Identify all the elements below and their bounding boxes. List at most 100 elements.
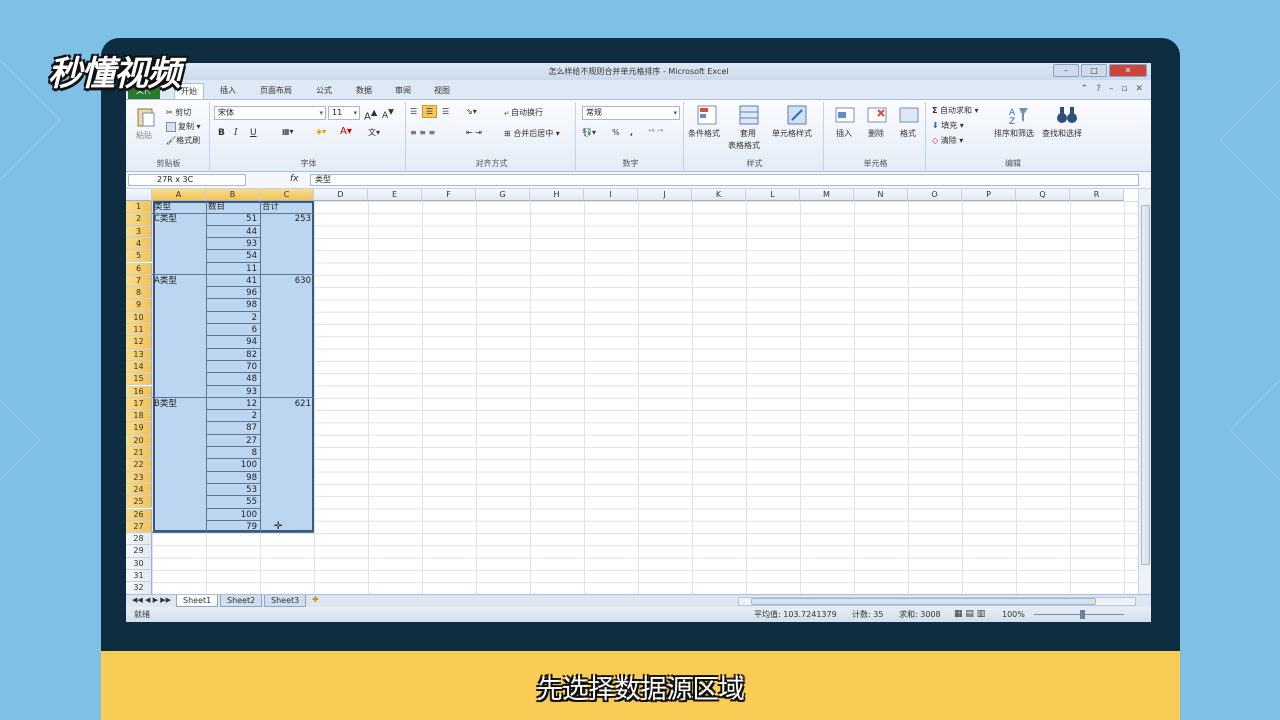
bold-button[interactable]: B (218, 128, 225, 138)
worksheet-grid[interactable]: A B C D E F G H I J K L M N O P Q R 1 2 3 4 5 6 7 8 9 10 11 12 13 14 15 1… (126, 189, 1138, 594)
column-header-d[interactable]: D (314, 189, 368, 201)
border-icon[interactable]: ▦▾ (282, 127, 294, 136)
tab-data[interactable]: 数据 (350, 83, 378, 98)
row-header-7[interactable]: 7 (126, 274, 152, 288)
total-cell[interactable]: 253 (262, 213, 314, 225)
column-header-i[interactable]: I (584, 189, 638, 201)
insert-cells-button[interactable]: 插入 (836, 128, 852, 139)
conditional-format-button[interactable]: 条件格式 (688, 128, 720, 139)
horizontal-scroll-thumb[interactable] (751, 598, 1096, 605)
fill-color-icon[interactable]: ◈▾ (316, 127, 326, 136)
wrap-text-button[interactable]: ⤶ 自动换行 (504, 107, 543, 118)
number-format-select[interactable]: 常规 (582, 106, 680, 120)
italic-button[interactable]: I (234, 128, 238, 138)
row-header-11[interactable]: 11 (126, 324, 152, 337)
row-header-8[interactable]: 8 (126, 287, 152, 300)
row-header-6[interactable]: 6 (126, 262, 152, 275)
align-top-icon[interactable]: ☰ (410, 107, 417, 116)
column-header-p[interactable]: P (962, 189, 1016, 201)
row-header-20[interactable]: 20 (126, 434, 152, 447)
new-sheet-icon[interactable]: ✚ (312, 595, 319, 604)
row-header-13[interactable]: 13 (126, 348, 152, 361)
delete-cells-icon[interactable] (866, 104, 888, 126)
column-header-f[interactable]: F (422, 189, 476, 201)
name-box[interactable]: 27R x 3C (128, 174, 246, 186)
row-header-32[interactable]: 32 (126, 582, 152, 594)
row-header-2[interactable]: 2 (126, 213, 152, 226)
column-header-r[interactable]: R (1070, 189, 1124, 201)
clear-button[interactable]: ◇ 清除 ▾ (932, 135, 963, 146)
delete-cells-button[interactable]: 删除 (868, 128, 884, 139)
row-header-29[interactable]: 29 (126, 545, 152, 558)
doc-restore-icon[interactable]: ▫ (1121, 84, 1127, 94)
align-left-icon[interactable]: ≡ ≡ ≡ (410, 128, 435, 137)
select-all-corner[interactable] (126, 189, 152, 201)
column-header-o[interactable]: O (908, 189, 962, 201)
row-header-12[interactable]: 12 (126, 336, 152, 349)
grow-font-icon[interactable]: A▲ (364, 107, 377, 122)
align-middle-icon[interactable]: ☰ (422, 105, 438, 118)
row-header-31[interactable]: 31 (126, 570, 152, 583)
row-header-21[interactable]: 21 (126, 447, 152, 460)
zoom-slider-thumb[interactable] (1080, 610, 1085, 619)
shrink-font-icon[interactable]: A▼ (382, 107, 394, 121)
conditional-format-icon[interactable] (696, 104, 718, 126)
column-header-n[interactable]: N (854, 189, 908, 201)
column-header-l[interactable]: L (746, 189, 800, 201)
zoom-slider[interactable] (1034, 614, 1124, 615)
sheet-nav-icon[interactable]: ◀◀ ◀ ▶ ▶▶ (132, 596, 171, 604)
cell-styles-icon[interactable] (786, 104, 808, 126)
indent-icon[interactable]: ⇤ ⇥ (466, 128, 482, 137)
align-bottom-icon[interactable]: ☰ (442, 107, 449, 116)
find-select-button[interactable]: 查找和选择 (1042, 128, 1082, 139)
comma-button[interactable]: , (630, 128, 633, 137)
column-header-a[interactable]: A (152, 189, 206, 201)
row-header-16[interactable]: 16 (126, 385, 152, 398)
font-color-icon[interactable]: A▾ (340, 126, 352, 137)
formula-input[interactable]: 类型 (310, 174, 1139, 186)
vertical-scrollbar[interactable] (1138, 189, 1151, 594)
view-mode-icons[interactable]: ▦ ▤ ▥ (954, 607, 985, 622)
row-header-15[interactable]: 15 (126, 373, 152, 386)
currency-icon[interactable]: 💱▾ (582, 128, 596, 137)
column-header-q[interactable]: Q (1016, 189, 1070, 201)
font-size-select[interactable]: 11 (328, 106, 360, 120)
row-header-25[interactable]: 25 (126, 496, 152, 509)
doc-close-icon[interactable]: ✕ (1135, 84, 1143, 94)
format-painter-button[interactable]: 🖌格式刷 (166, 135, 200, 146)
tab-page-layout[interactable]: 页面布局 (254, 83, 298, 98)
column-header-e[interactable]: E (368, 189, 422, 201)
row-header-14[interactable]: 14 (126, 360, 152, 374)
row-header-30[interactable]: 30 (126, 557, 152, 570)
table-format-line2[interactable]: 表格格式 (728, 140, 760, 151)
row-header-17[interactable]: 17 (126, 397, 152, 411)
header-cell[interactable]: 合计 (262, 201, 314, 213)
underline-button[interactable]: U (250, 128, 257, 138)
sort-filter-button[interactable]: 排序和筛选 (994, 128, 1034, 139)
row-header-18[interactable]: 18 (126, 410, 152, 423)
row-header-27[interactable]: 27 (126, 520, 152, 534)
column-header-m[interactable]: M (800, 189, 854, 201)
row-header-19[interactable]: 19 (126, 422, 152, 435)
ribbon-collapse-icon[interactable]: ⌃ (1081, 84, 1089, 94)
header-cell[interactable]: 数目 (208, 201, 260, 213)
format-cells-icon[interactable] (898, 104, 920, 126)
sheet-tab-2[interactable]: Sheet2 (220, 595, 263, 607)
row-header-3[interactable]: 3 (126, 225, 152, 238)
column-header-k[interactable]: K (692, 189, 746, 201)
tab-review[interactable]: 审阅 (389, 83, 417, 98)
fill-button[interactable]: ⬇ 填充 ▾ (932, 120, 964, 131)
insert-cells-icon[interactable] (834, 104, 856, 126)
type-cell[interactable]: B类型 (154, 398, 206, 410)
table-format-line1[interactable]: 套用 (740, 128, 756, 139)
sheet-tab-1[interactable]: Sheet1 (176, 595, 219, 607)
type-cell[interactable]: A类型 (154, 275, 206, 287)
zoom-level[interactable]: 100% (1002, 607, 1025, 622)
header-cell[interactable]: 类型 (154, 201, 206, 213)
copy-button[interactable]: 复制 ▾ (166, 121, 201, 132)
tab-view[interactable]: 视图 (428, 83, 456, 98)
cut-button[interactable]: ✂ 剪切 (166, 107, 191, 118)
percent-button[interactable]: % (612, 128, 620, 137)
column-header-j[interactable]: J (638, 189, 692, 201)
column-header-g[interactable]: G (476, 189, 530, 201)
